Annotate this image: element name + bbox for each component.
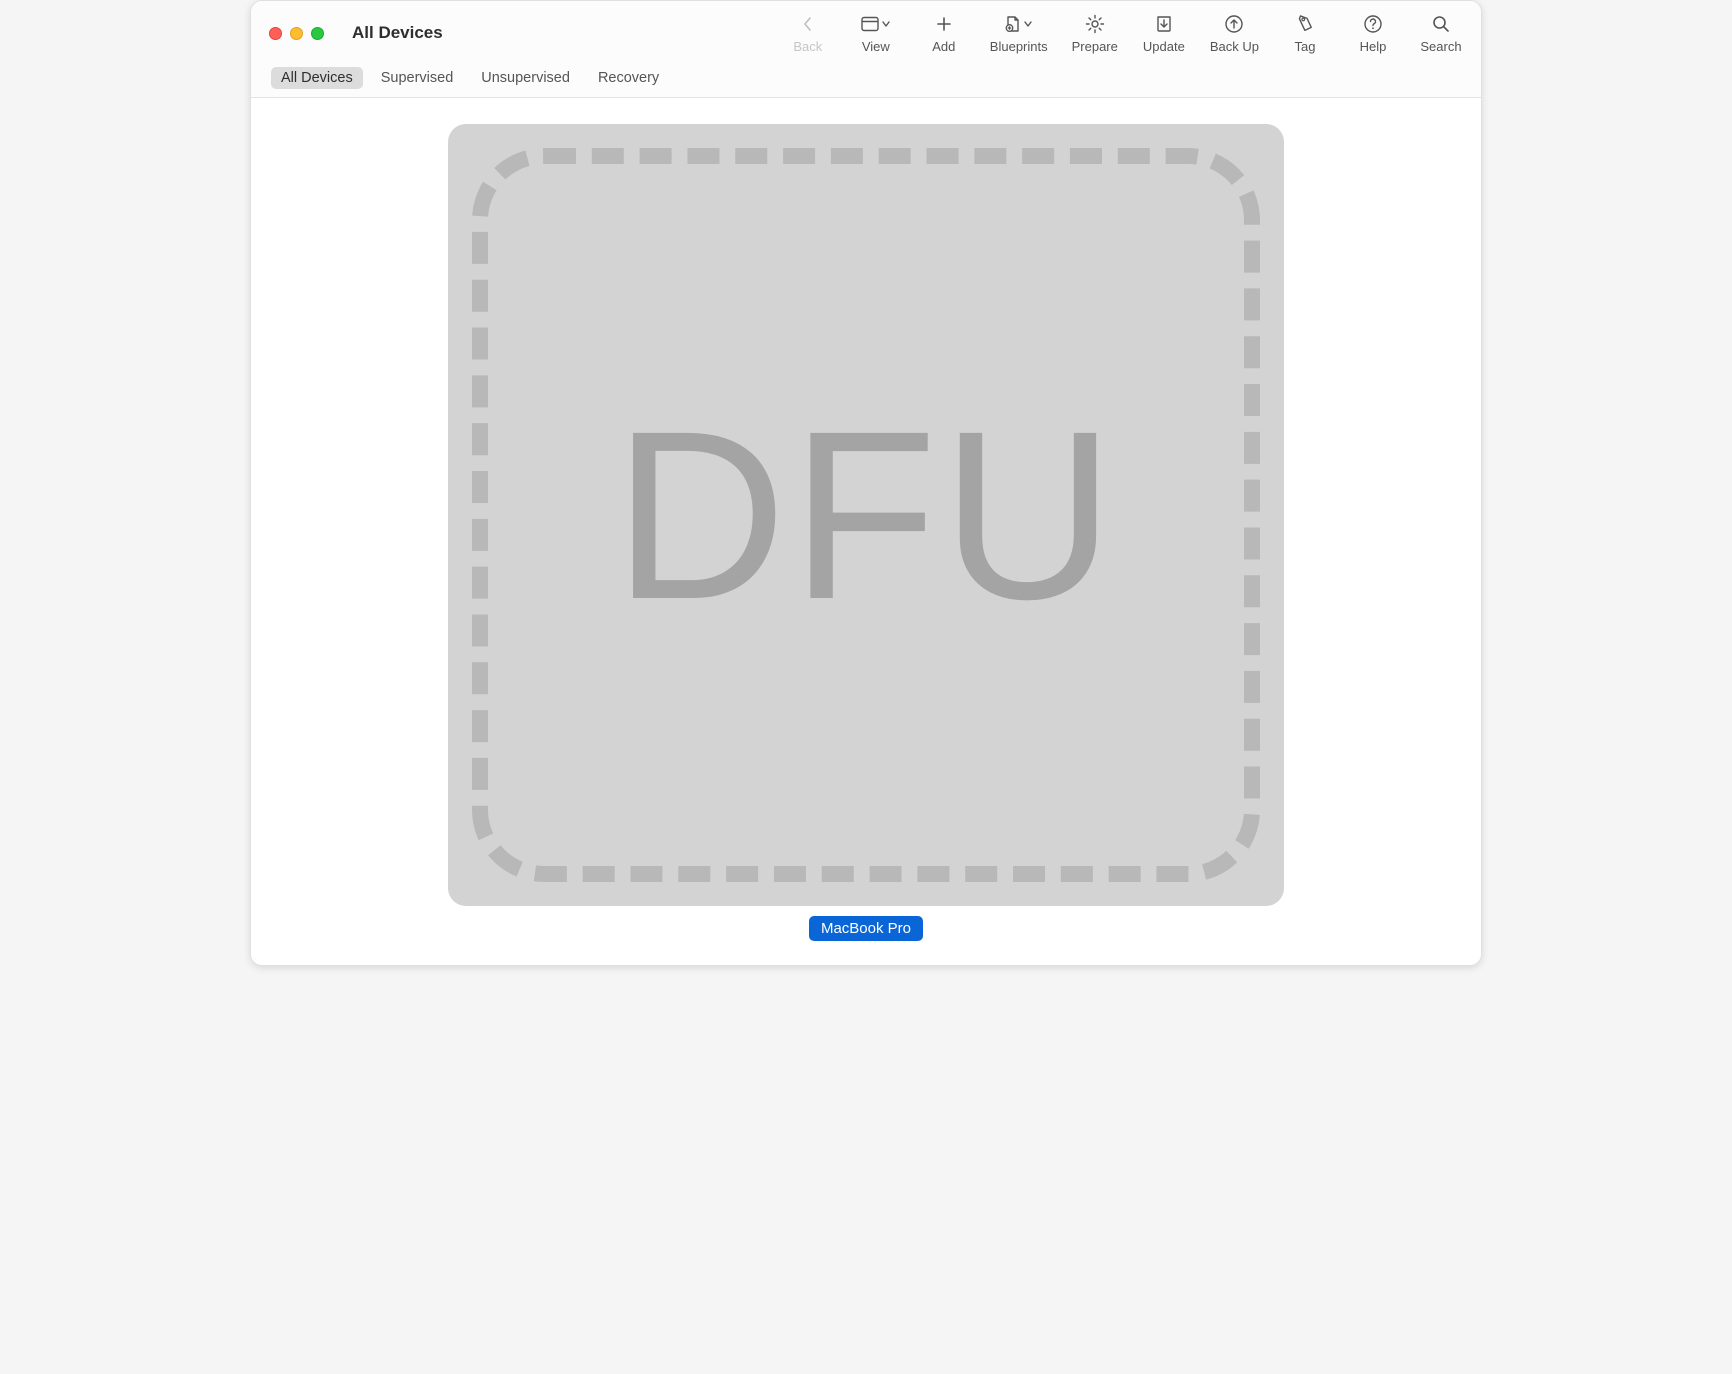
- toolbar-label: Blueprints: [990, 39, 1048, 54]
- toolbar-label: Add: [932, 39, 955, 54]
- help-button[interactable]: Help: [1351, 13, 1395, 54]
- content-area: DFU MacBook Pro: [251, 98, 1481, 965]
- search-icon: [1431, 13, 1451, 35]
- dfu-badge-text: DFU: [613, 377, 1118, 653]
- upload-icon: [1224, 13, 1244, 35]
- back-button: Back: [786, 13, 830, 54]
- minimize-window-button[interactable]: [290, 27, 303, 40]
- toolbar-label: Update: [1143, 39, 1185, 54]
- search-button[interactable]: Search: [1419, 13, 1463, 54]
- toolbar-label: Search: [1420, 39, 1461, 54]
- close-window-button[interactable]: [269, 27, 282, 40]
- scope-all-devices[interactable]: All Devices: [271, 67, 363, 89]
- fullscreen-window-button[interactable]: [311, 27, 324, 40]
- app-window: All Devices Back View: [250, 0, 1482, 966]
- add-button[interactable]: Add: [922, 13, 966, 54]
- window-title: All Devices: [352, 23, 443, 43]
- chevron-left-icon: [801, 13, 815, 35]
- scope-bar: All Devices Supervised Unsupervised Reco…: [251, 61, 1481, 98]
- traffic-lights: [269, 27, 324, 40]
- question-circle-icon: [1363, 13, 1383, 35]
- scope-supervised[interactable]: Supervised: [371, 67, 464, 89]
- device-item[interactable]: DFU MacBook Pro: [448, 124, 1284, 941]
- blueprint-icon: [1003, 13, 1035, 35]
- toolbar-label: Tag: [1295, 39, 1316, 54]
- update-button[interactable]: Update: [1142, 13, 1186, 54]
- gear-icon: [1085, 13, 1105, 35]
- toolbar-label: Help: [1360, 39, 1387, 54]
- toolbar-label: Back: [793, 39, 822, 54]
- backup-button[interactable]: Back Up: [1210, 13, 1259, 54]
- plus-icon: [935, 13, 953, 35]
- toolbar-label: View: [862, 39, 890, 54]
- tag-button[interactable]: Tag: [1283, 13, 1327, 54]
- device-thumbnail[interactable]: DFU: [448, 124, 1284, 906]
- download-icon: [1154, 13, 1174, 35]
- tag-icon: [1294, 13, 1316, 35]
- blueprints-button[interactable]: Blueprints: [990, 13, 1048, 54]
- window-icon: [861, 13, 891, 35]
- scope-unsupervised[interactable]: Unsupervised: [471, 67, 580, 89]
- scope-recovery[interactable]: Recovery: [588, 67, 669, 89]
- toolbar-label: Prepare: [1072, 39, 1118, 54]
- titlebar: All Devices Back View: [251, 1, 1481, 61]
- toolbar: Back View: [786, 13, 1463, 54]
- prepare-button[interactable]: Prepare: [1072, 13, 1118, 54]
- toolbar-label: Back Up: [1210, 39, 1259, 54]
- view-button[interactable]: View: [854, 13, 898, 54]
- device-label[interactable]: MacBook Pro: [809, 916, 923, 941]
